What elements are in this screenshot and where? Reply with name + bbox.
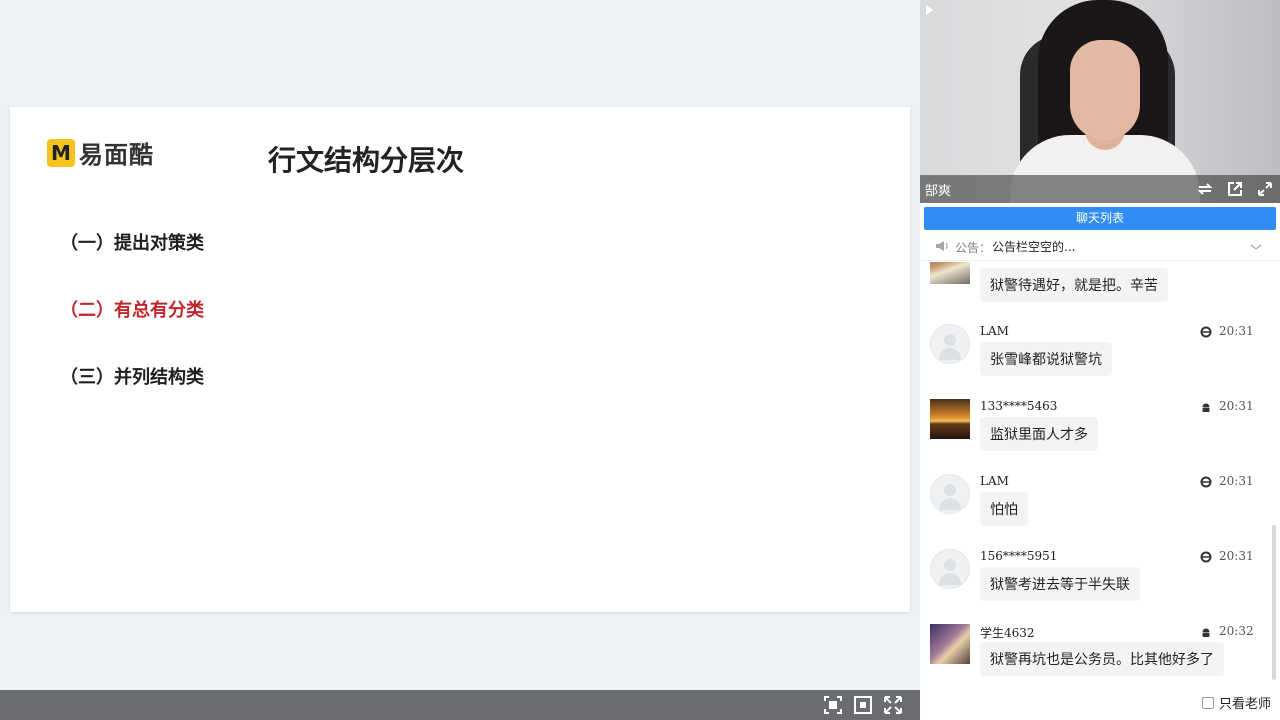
username: LAM <box>980 324 1009 338</box>
focus-icon[interactable] <box>852 694 874 716</box>
expand-icon[interactable] <box>1256 180 1274 198</box>
video-bar: 郜爽 <box>920 175 1280 203</box>
ie-icon <box>1200 551 1212 563</box>
avatar <box>930 399 970 439</box>
message-time: 20:31 <box>1219 474 1254 488</box>
avatar <box>930 624 970 664</box>
chat-message-list[interactable]: 狱警待遇好，就是把。辛苦 LAM 20:31 张雪峰都说狱警坑 133****5… <box>920 262 1272 682</box>
chat-message: LAM 20:31 怕怕 <box>920 474 1272 549</box>
bottom-toolbar <box>0 690 920 720</box>
logo-text: 易面酷 <box>79 141 154 169</box>
fit-screen-icon[interactable] <box>822 694 844 716</box>
avatar <box>930 324 970 364</box>
megaphone-icon <box>935 240 949 255</box>
fullscreen-icon[interactable] <box>882 694 904 716</box>
message-bubble: 狱警再坑也是公务员。比其他好多了 <box>980 642 1224 676</box>
courseware-stage: M 易面酷 行文结构分层次 （一）提出对策类 （二）有总有分类 （三）并列结构类 <box>0 0 920 690</box>
notice-text: 公告栏空空的... <box>992 240 1076 254</box>
message-time: 20:32 <box>1219 624 1254 638</box>
android-icon <box>1200 401 1212 413</box>
only-teacher-label: 只看老师 <box>1219 697 1272 712</box>
avatar <box>930 474 970 514</box>
slide-item-1: （一）提出对策类 <box>60 233 204 254</box>
avatar <box>930 262 970 284</box>
slide: M 易面酷 行文结构分层次 （一）提出对策类 （二）有总有分类 （三）并列结构类 <box>10 107 910 612</box>
message-time: 20:31 <box>1219 549 1254 563</box>
teacher-video[interactable]: 郜爽 <box>920 0 1280 203</box>
username: LAM <box>980 474 1009 488</box>
collapse-arrow-icon[interactable] <box>926 5 933 15</box>
teacher-name: 郜爽 <box>925 184 952 199</box>
message-time: 20:31 <box>1219 324 1254 338</box>
ie-icon <box>1200 476 1212 488</box>
switch-icon[interactable] <box>1196 180 1214 198</box>
message-bubble: 狱警考进去等于半失联 <box>980 567 1140 601</box>
avatar <box>930 549 970 589</box>
right-panel: 郜爽 聊天列表 公告： 公告栏空空的... 狱警待遇好，就是把。辛苦 LAM 2… <box>920 0 1280 720</box>
popout-icon[interactable] <box>1226 180 1244 198</box>
chat-message: 156****5951 20:31 狱警考进去等于半失联 <box>920 549 1272 624</box>
username: 156****5951 <box>980 549 1058 563</box>
notice-bar[interactable]: 公告： 公告栏空空的... <box>920 233 1280 261</box>
chat-scrollbar[interactable] <box>1272 525 1276 680</box>
message-bubble: 怕怕 <box>980 492 1028 526</box>
only-teacher-checkbox[interactable] <box>1202 696 1214 709</box>
chat-message: 狱警待遇好，就是把。辛苦 <box>920 262 1272 319</box>
chat-message: LAM 20:31 张雪峰都说狱警坑 <box>920 324 1272 399</box>
ie-icon <box>1200 326 1212 338</box>
chat-message: 133****5463 20:31 监狱里面人才多 <box>920 399 1272 474</box>
android-icon <box>1200 626 1212 638</box>
brand-logo: M 易面酷 <box>47 135 154 170</box>
slide-item-2: （二）有总有分类 <box>60 300 204 321</box>
only-teacher-toggle[interactable]: 只看老师 <box>1202 693 1271 712</box>
chevron-down-icon[interactable] <box>1250 238 1262 250</box>
slide-title: 行文结构分层次 <box>268 144 465 177</box>
slide-item-3: （三）并列结构类 <box>60 367 204 388</box>
chat-message: 学生4632 20:32 狱警再坑也是公务员。比其他好多了 <box>920 624 1272 682</box>
notice-label: 公告： <box>955 241 992 255</box>
message-bubble: 监狱里面人才多 <box>980 417 1098 451</box>
message-time: 20:31 <box>1219 399 1254 413</box>
tab-chat-list[interactable]: 聊天列表 <box>924 207 1276 230</box>
video-person-face <box>1070 40 1140 140</box>
message-bubble: 狱警待遇好，就是把。辛苦 <box>980 268 1168 302</box>
username: 133****5463 <box>980 399 1058 413</box>
logo-mark: M <box>47 138 75 167</box>
message-bubble: 张雪峰都说狱警坑 <box>980 342 1112 376</box>
username: 学生4632 <box>980 626 1035 640</box>
